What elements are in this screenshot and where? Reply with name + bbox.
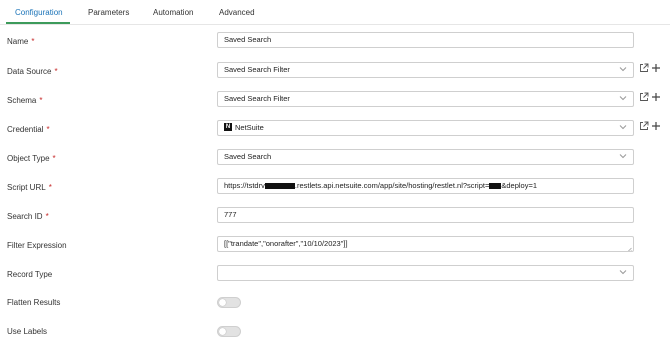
- name-label: Name *: [7, 37, 35, 46]
- script-url-suffix: &deploy=1: [501, 181, 537, 190]
- tab-advanced[interactable]: Advanced: [219, 8, 255, 17]
- script-url-label: Script URL *: [7, 183, 52, 192]
- resize-handle-icon[interactable]: [626, 244, 632, 251]
- name-value: Saved Search: [224, 35, 272, 44]
- search-id-label: Search ID *: [7, 212, 49, 221]
- data-source-actions: [639, 63, 661, 75]
- use-labels-row: Use Labels: [0, 326, 670, 345]
- record-type-select[interactable]: [217, 265, 634, 281]
- object-type-select[interactable]: Saved Search: [217, 149, 634, 165]
- schema-row: Schema * Saved Search Filter: [0, 91, 670, 111]
- active-tab-indicator: [6, 22, 70, 24]
- edit-external-icon[interactable]: [639, 92, 649, 102]
- credential-value: NetSuite: [235, 123, 264, 132]
- netsuite-logo-icon: N: [224, 123, 232, 132]
- object-type-value: Saved Search: [224, 152, 272, 161]
- record-type-label: Record Type: [7, 270, 53, 279]
- script-url-input[interactable]: https://tstdrv .restlets.api.netsuite.com…: [217, 178, 634, 194]
- chevron-down-icon: [619, 121, 627, 135]
- credential-actions: [639, 121, 661, 133]
- use-labels-label: Use Labels: [7, 327, 48, 336]
- redacted-script-id: [489, 182, 502, 189]
- chevron-down-icon: [619, 92, 627, 106]
- tab-bar: Configuration Parameters Automation Adva…: [0, 0, 670, 25]
- tab-parameters[interactable]: Parameters: [88, 8, 129, 17]
- object-type-row: Object Type * Saved Search: [0, 149, 670, 169]
- search-id-value: 777: [224, 210, 237, 219]
- script-url-prefix: https://tstdrv: [224, 181, 265, 190]
- required-marker: *: [54, 67, 58, 76]
- flatten-results-toggle[interactable]: [217, 297, 241, 308]
- data-source-row: Data Source * Saved Search Filter: [0, 62, 670, 82]
- script-url-middle: .restlets.api.netsuite.com/app/site/host…: [294, 181, 490, 190]
- schema-select[interactable]: Saved Search Filter: [217, 91, 634, 107]
- data-source-label: Data Source *: [7, 67, 58, 76]
- filter-expression-value: [["trandate","onorafter","10/10/2023"]]: [224, 239, 348, 248]
- data-source-value: Saved Search Filter: [224, 65, 290, 74]
- chevron-down-icon: [619, 150, 627, 164]
- schema-label: Schema *: [7, 96, 43, 105]
- schema-actions: [639, 92, 661, 104]
- use-labels-toggle[interactable]: [217, 326, 241, 337]
- tab-automation[interactable]: Automation: [153, 8, 193, 17]
- flatten-results-row: Flatten Results: [0, 297, 670, 317]
- toggle-knob: [219, 328, 226, 335]
- required-marker: *: [39, 96, 43, 105]
- edit-external-icon[interactable]: [639, 63, 649, 73]
- required-marker: *: [46, 125, 50, 134]
- plus-icon[interactable]: [651, 121, 661, 131]
- credential-select[interactable]: N NetSuite: [217, 120, 634, 136]
- data-source-select[interactable]: Saved Search Filter: [217, 62, 634, 78]
- plus-icon[interactable]: [651, 63, 661, 73]
- required-marker: *: [48, 183, 52, 192]
- flatten-results-label: Flatten Results: [7, 298, 61, 307]
- script-url-row: Script URL * https://tstdrv .restlets.api.…: [0, 178, 670, 198]
- search-id-row: Search ID * 777: [0, 207, 670, 227]
- required-marker: *: [52, 154, 56, 163]
- required-marker: *: [31, 37, 35, 46]
- filter-expression-textarea[interactable]: [["trandate","onorafter","10/10/2023"]]: [217, 236, 634, 252]
- search-id-input[interactable]: 777: [217, 207, 634, 223]
- chevron-down-icon: [619, 266, 627, 280]
- required-marker: *: [45, 212, 49, 221]
- name-row: Name * Saved Search: [0, 32, 670, 52]
- redacted-account-id: [264, 182, 295, 189]
- filter-expression-label: Filter Expression: [7, 241, 67, 250]
- edit-external-icon[interactable]: [639, 121, 649, 131]
- toggle-knob: [219, 299, 226, 306]
- filter-expression-row: Filter Expression [["trandate","onorafte…: [0, 236, 670, 256]
- credential-row: Credential * N NetSuite: [0, 120, 670, 140]
- tab-configuration[interactable]: Configuration: [15, 8, 63, 17]
- schema-value: Saved Search Filter: [224, 94, 290, 103]
- name-input[interactable]: Saved Search: [217, 32, 634, 48]
- chevron-down-icon: [619, 63, 627, 77]
- record-type-row: Record Type: [0, 265, 670, 285]
- plus-icon[interactable]: [651, 92, 661, 102]
- credential-label: Credential *: [7, 125, 50, 134]
- object-type-label: Object Type *: [7, 154, 56, 163]
